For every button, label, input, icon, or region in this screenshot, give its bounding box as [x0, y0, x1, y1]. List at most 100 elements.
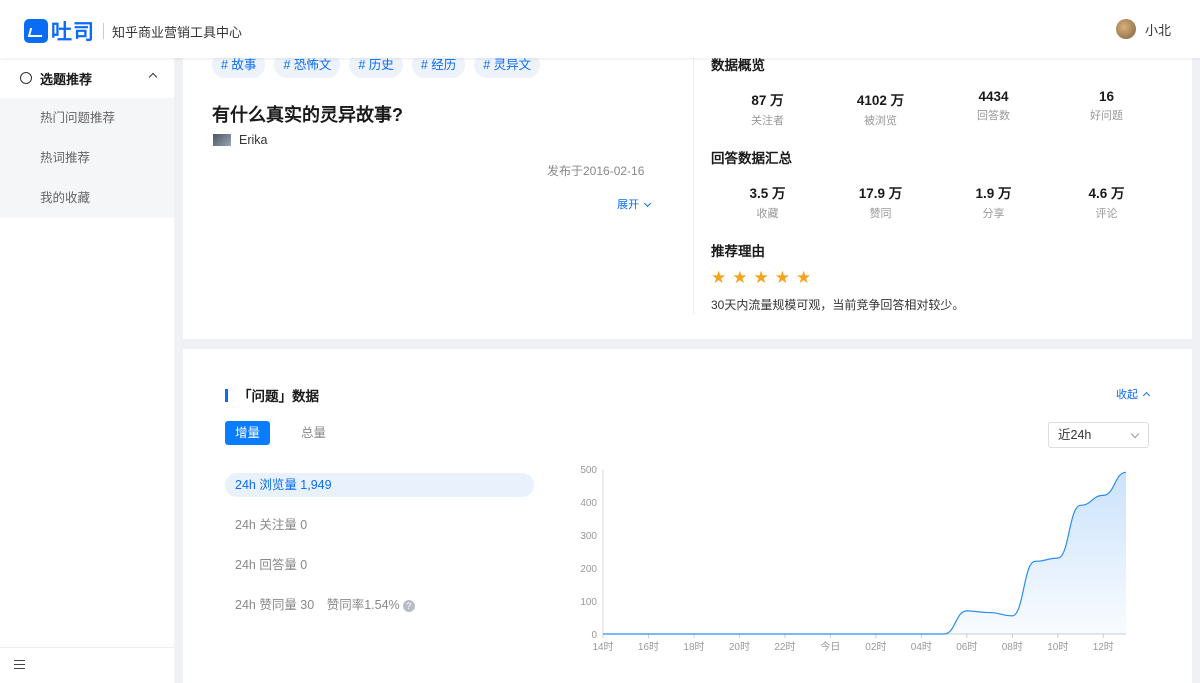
- stat-label: 回答数: [977, 110, 1010, 122]
- recommend-reason: 30天内流量规模可观，当前竞争回答相对较少。: [711, 298, 965, 312]
- chevron-up-icon[interactable]: [148, 72, 158, 82]
- dashboard-icon: [20, 72, 32, 84]
- data-point[interactable]: [1033, 559, 1037, 563]
- data-point[interactable]: [965, 609, 969, 613]
- stat-followers: 87 万关注者: [711, 89, 824, 128]
- tab-total[interactable]: 总量: [291, 421, 336, 445]
- question-card: # 故事 # 恐怖文 # 历史 # 经历 # 灵异文 有什么真实的灵异故事? E…: [183, 52, 1192, 339]
- stat-collects: 3.5 万收藏: [711, 182, 824, 221]
- expand-label: 展开: [617, 199, 639, 211]
- time-range-select[interactable]: 近24h: [1048, 422, 1149, 448]
- sidebar-footer: [0, 647, 174, 683]
- help-icon[interactable]: ?: [402, 600, 415, 612]
- panel-title: 「问题」数据: [225, 385, 319, 405]
- data-point[interactable]: [601, 632, 605, 636]
- stat-views: 4102 万被浏览: [824, 89, 937, 128]
- avatar[interactable]: [1115, 19, 1136, 39]
- stat-label: 关注者: [751, 115, 784, 127]
- data-point[interactable]: [760, 632, 764, 636]
- stat-label: 好问题: [1090, 110, 1123, 122]
- data-point[interactable]: [1010, 614, 1014, 618]
- sidebar-item-hot-questions[interactable]: 热门问题推荐: [0, 98, 174, 138]
- stat-label: 收藏: [756, 208, 779, 220]
- data-point[interactable]: [1079, 503, 1083, 507]
- sidebar-group-label: 选题推荐: [40, 71, 93, 87]
- menu-toggle-icon[interactable]: [14, 660, 25, 669]
- stat-comments: 4.6 万评论: [1050, 182, 1163, 221]
- stat-value: 87 万: [751, 93, 784, 108]
- data-point[interactable]: [919, 632, 923, 636]
- chevron-up-icon: [1142, 391, 1151, 400]
- stat-label: 分享: [982, 208, 1005, 220]
- data-point[interactable]: [715, 632, 719, 636]
- y-tick-label: 500: [580, 465, 597, 476]
- data-point[interactable]: [851, 632, 855, 636]
- data-point[interactable]: [669, 632, 673, 636]
- stat-label: 评论: [1095, 208, 1118, 220]
- title-accent-bar: [225, 388, 228, 402]
- stat-value: 4102 万: [856, 93, 905, 108]
- sidebar-item-hot-words[interactable]: 热词推荐: [0, 138, 174, 178]
- sidebar-group-topic-recommend[interactable]: 选题推荐: [0, 58, 174, 98]
- tab-increment[interactable]: 增量: [225, 421, 271, 445]
- question-title[interactable]: 有什么真实的灵异故事?: [212, 101, 403, 127]
- author[interactable]: Erika: [213, 133, 267, 147]
- data-point[interactable]: [1101, 493, 1105, 497]
- data-point[interactable]: [646, 632, 650, 636]
- data-point[interactable]: [828, 632, 832, 636]
- metric-upvotes[interactable]: 24h 赞同量 30 赞同率1.54%?: [225, 593, 534, 617]
- logo-icon: [24, 19, 48, 43]
- data-point[interactable]: [806, 632, 810, 636]
- stat-upvotes: 17.9 万赞同: [824, 182, 937, 221]
- sidebar-item-favorites[interactable]: 我的收藏: [0, 178, 174, 218]
- answers-summary-heading: 回答数据汇总: [711, 151, 792, 166]
- star-icon: ★: [774, 268, 790, 287]
- data-point[interactable]: [692, 632, 696, 636]
- data-point[interactable]: [942, 632, 946, 636]
- metric-upvotes-label: 24h 赞同量 30 赞同率1.54%: [235, 598, 400, 612]
- data-point[interactable]: [897, 632, 901, 636]
- stat-shares: 1.9 万分享: [937, 182, 1050, 221]
- overview-stats: 87 万关注者 4102 万被浏览 4434 回答数 16 好问题: [711, 89, 1163, 128]
- collapse-button[interactable]: 收起: [1116, 386, 1151, 402]
- metric-follows[interactable]: 24h 关注量 0: [225, 513, 534, 537]
- author-name: Erika: [239, 133, 268, 147]
- data-point[interactable]: [1124, 470, 1128, 474]
- chevron-down-icon: [1130, 429, 1140, 439]
- expand-button[interactable]: 展开: [617, 196, 652, 212]
- stat-label: 被浏览: [864, 115, 897, 127]
- x-tick-label: 06时: [956, 641, 977, 653]
- series-area: [603, 472, 1126, 634]
- stat-good-question: 16 好问题: [1050, 89, 1163, 128]
- stat-value: 4434: [978, 89, 1009, 104]
- x-tick-label: 今日: [820, 640, 840, 653]
- user-menu[interactable]: 小北: [1115, 19, 1171, 39]
- chevron-down-icon: [643, 199, 652, 208]
- question-data-panel: 「问题」数据 收起 增量 总量 近24h 24h 浏览量 1,949 24h 关…: [183, 349, 1192, 683]
- y-tick-label: 0: [591, 630, 597, 641]
- data-point[interactable]: [783, 632, 787, 636]
- x-tick-label: 16时: [638, 641, 659, 653]
- app-subtitle: 知乎商业营销工具中心: [112, 24, 243, 40]
- star-icon: ★: [711, 268, 727, 287]
- username[interactable]: 小北: [1145, 20, 1171, 39]
- answers-summary-stats: 3.5 万收藏 17.9 万赞同 1.9 万分享 4.6 万评论: [711, 182, 1163, 221]
- data-point[interactable]: [624, 632, 628, 636]
- sidebar: 选题推荐 热门问题推荐 热词推荐 我的收藏: [0, 58, 174, 683]
- rating-stars: ★ ★ ★ ★ ★: [711, 268, 817, 288]
- star-icon: ★: [753, 268, 769, 287]
- data-point[interactable]: [737, 632, 741, 636]
- metric-views[interactable]: 24h 浏览量 1,949: [225, 473, 534, 497]
- logo[interactable]: 吐司 知乎商业营销工具中心: [24, 16, 242, 46]
- y-tick-label: 200: [580, 564, 597, 575]
- metric-answers[interactable]: 24h 回答量 0: [225, 553, 534, 577]
- data-point[interactable]: [988, 611, 992, 615]
- star-icon: ★: [796, 268, 812, 287]
- data-point[interactable]: [874, 632, 878, 636]
- stat-value: 16: [1098, 89, 1115, 104]
- y-tick-label: 300: [580, 531, 597, 542]
- panel-title-text: 「问题」数据: [238, 389, 319, 404]
- data-point[interactable]: [1056, 556, 1060, 560]
- y-tick-label: 100: [580, 597, 597, 608]
- x-tick-label: 02时: [865, 641, 886, 653]
